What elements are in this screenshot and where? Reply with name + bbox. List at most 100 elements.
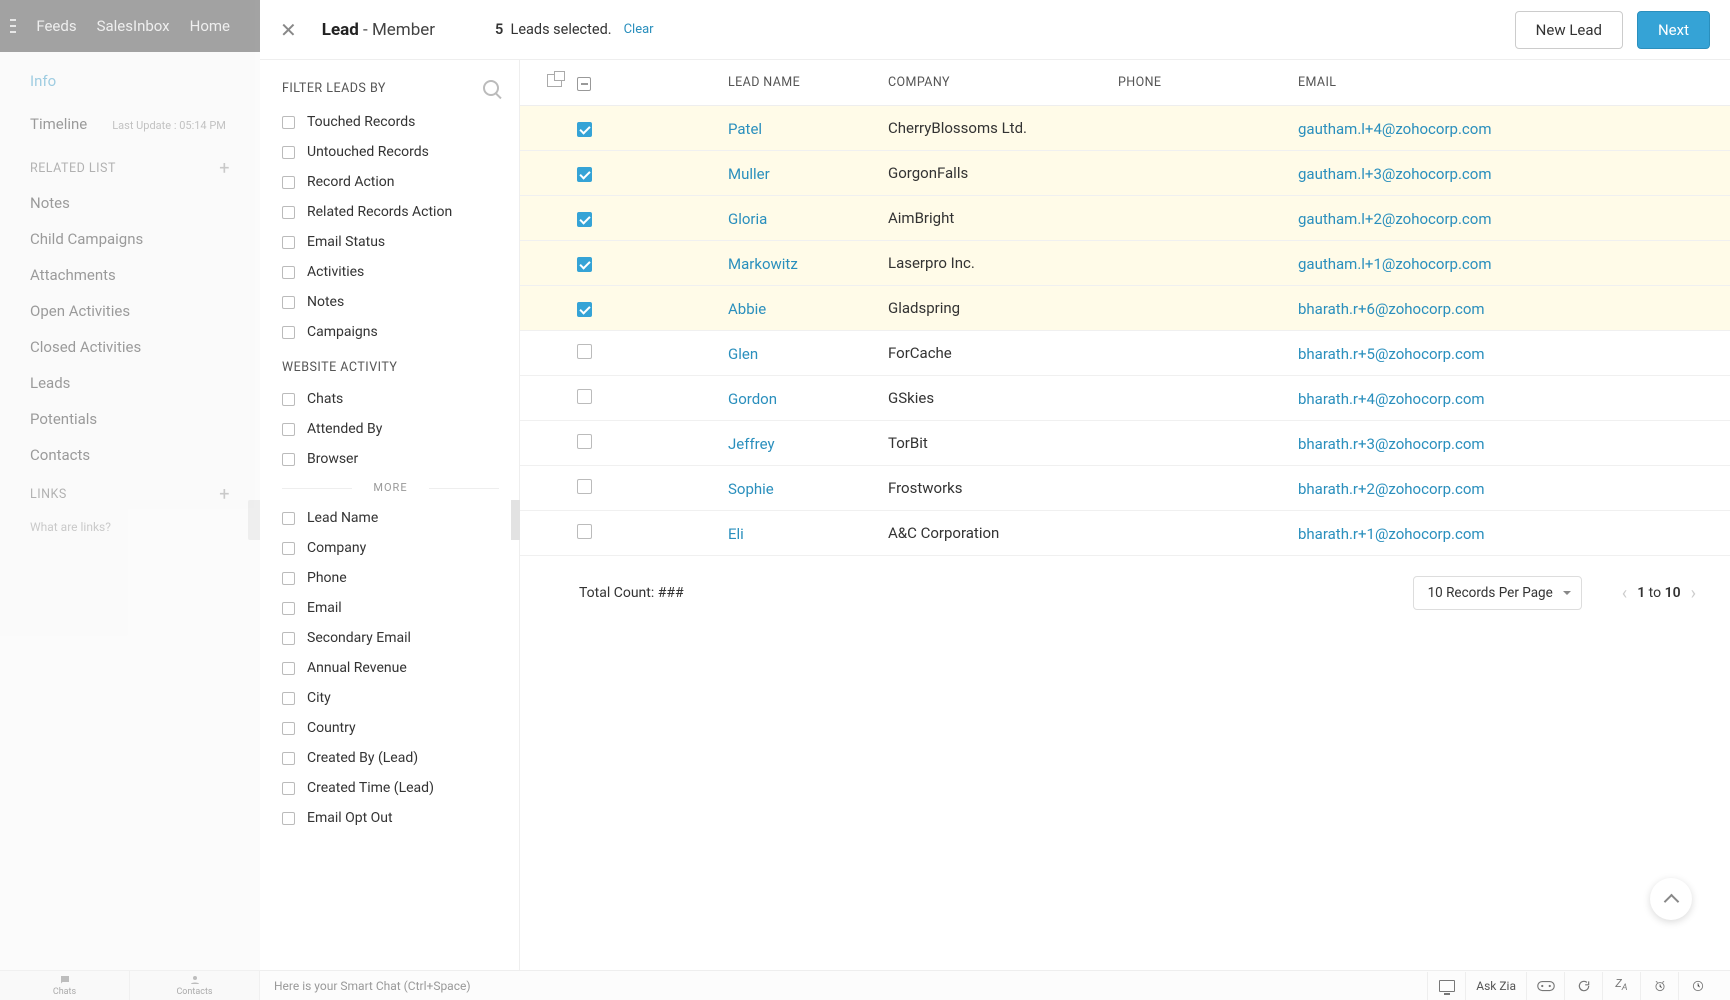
page-next-icon[interactable]: ›	[1691, 583, 1696, 604]
filter-item[interactable]: Activities	[282, 264, 499, 280]
table-row[interactable]: MullerGorgonFallsgautham.l+3@zohocorp.co…	[520, 151, 1730, 196]
th-email[interactable]: EMAIL	[1298, 75, 1730, 90]
row-checkbox[interactable]	[577, 302, 592, 317]
related-item[interactable]: Attachments	[30, 266, 230, 284]
filter-item[interactable]: Notes	[282, 294, 499, 310]
refresh-icon[interactable]	[1564, 972, 1602, 1000]
related-item[interactable]: Contacts	[30, 446, 230, 464]
email-link[interactable]: gautham.l+4@zohocorp.com	[1298, 120, 1491, 138]
checkbox-icon[interactable]	[282, 512, 295, 525]
checkbox-icon[interactable]	[282, 572, 295, 585]
row-checkbox[interactable]	[577, 524, 592, 539]
hamburger-icon[interactable]	[10, 19, 16, 33]
what-are-links[interactable]: What are links?	[30, 520, 230, 534]
close-icon[interactable]: ✕	[280, 18, 297, 42]
contacts-tab[interactable]: Contacts	[130, 971, 260, 1000]
table-row[interactable]: PatelCherryBlossoms Ltd.gautham.l+4@zoho…	[520, 106, 1730, 151]
smart-chat-hint[interactable]: Here is your Smart Chat (Ctrl+Space)	[274, 979, 471, 993]
checkbox-icon[interactable]	[282, 326, 295, 339]
checkbox-icon[interactable]	[282, 722, 295, 735]
filter-item[interactable]: Created Time (Lead)	[282, 780, 499, 796]
filter-item[interactable]: Email	[282, 600, 499, 616]
checkbox-icon[interactable]	[282, 692, 295, 705]
page-prev-icon[interactable]: ‹	[1622, 583, 1627, 604]
checkbox-icon[interactable]	[282, 662, 295, 675]
filter-item[interactable]: Attended By	[282, 421, 499, 437]
table-row[interactable]: MarkowitzLaserpro Inc.gautham.l+1@zohoco…	[520, 241, 1730, 286]
history-icon[interactable]	[1678, 972, 1716, 1000]
alarm-icon[interactable]	[1640, 972, 1678, 1000]
checkbox-icon[interactable]	[282, 602, 295, 615]
row-checkbox[interactable]	[577, 212, 592, 227]
related-item[interactable]: Leads	[30, 374, 230, 392]
related-item[interactable]: Notes	[30, 194, 230, 212]
lead-name-link[interactable]: Markowitz	[728, 255, 798, 273]
th-company[interactable]: COMPANY	[888, 75, 1118, 90]
lead-name-link[interactable]: Abbie	[728, 300, 766, 318]
add-related-icon[interactable]: +	[219, 158, 230, 179]
filter-item[interactable]: Untouched Records	[282, 144, 499, 160]
timeline-label[interactable]: Timeline	[30, 115, 87, 133]
table-row[interactable]: SophieFrostworksbharath.r+2@zohocorp.com	[520, 466, 1730, 511]
row-checkbox[interactable]	[577, 389, 592, 404]
lead-name-link[interactable]: Glen	[728, 345, 758, 363]
next-button[interactable]: Next	[1637, 11, 1710, 49]
filter-item[interactable]: Secondary Email	[282, 630, 499, 646]
info-link[interactable]: Info	[30, 72, 230, 90]
related-item[interactable]: Child Campaigns	[30, 230, 230, 248]
filter-item[interactable]: Campaigns	[282, 324, 499, 340]
row-checkbox[interactable]	[577, 122, 592, 137]
chats-tab[interactable]: Chats	[0, 971, 130, 1000]
left-rail-collapse-handle[interactable]	[248, 500, 260, 540]
row-checkbox[interactable]	[577, 167, 592, 182]
email-link[interactable]: bharath.r+5@zohocorp.com	[1298, 345, 1485, 363]
filter-item[interactable]: Chats	[282, 391, 499, 407]
row-checkbox[interactable]	[577, 479, 592, 494]
email-link[interactable]: bharath.r+4@zohocorp.com	[1298, 390, 1485, 408]
new-lead-button[interactable]: New Lead	[1515, 11, 1623, 49]
filter-item[interactable]: Lead Name	[282, 510, 499, 526]
checkbox-icon[interactable]	[282, 116, 295, 129]
email-link[interactable]: gautham.l+1@zohocorp.com	[1298, 255, 1491, 273]
checkbox-icon[interactable]	[282, 236, 295, 249]
row-checkbox[interactable]	[577, 257, 592, 272]
th-lead-name[interactable]: LEAD NAME	[728, 75, 888, 90]
email-link[interactable]: bharath.r+1@zohocorp.com	[1298, 525, 1485, 543]
nav-feeds[interactable]: Feeds	[36, 17, 76, 35]
checkbox-icon[interactable]	[282, 423, 295, 436]
lead-name-link[interactable]: Gordon	[728, 390, 777, 408]
checkbox-icon[interactable]	[282, 782, 295, 795]
filter-item[interactable]: City	[282, 690, 499, 706]
th-phone[interactable]: PHONE	[1118, 75, 1298, 90]
checkbox-icon[interactable]	[282, 176, 295, 189]
lead-name-link[interactable]: Sophie	[728, 480, 774, 498]
records-per-page-dropdown[interactable]: 10 Records Per Page	[1413, 576, 1582, 610]
table-row[interactable]: GlenForCachebharath.r+5@zohocorp.com	[520, 331, 1730, 376]
row-checkbox[interactable]	[577, 344, 592, 359]
checkbox-icon[interactable]	[282, 266, 295, 279]
table-row[interactable]: AbbieGladspringbharath.r+6@zohocorp.com	[520, 286, 1730, 331]
table-row[interactable]: EliA&C Corporationbharath.r+1@zohocorp.c…	[520, 511, 1730, 556]
checkbox-icon[interactable]	[282, 752, 295, 765]
checkbox-icon[interactable]	[282, 206, 295, 219]
row-checkbox[interactable]	[577, 434, 592, 449]
ask-zia-button[interactable]: Ask Zia	[1465, 972, 1526, 1000]
checkbox-icon[interactable]	[282, 296, 295, 309]
filter-item[interactable]: Related Records Action	[282, 204, 499, 220]
table-row[interactable]: JeffreyTorBitbharath.r+3@zohocorp.com	[520, 421, 1730, 466]
column-settings-icon[interactable]	[532, 74, 577, 91]
checkbox-icon[interactable]	[282, 146, 295, 159]
filter-item[interactable]: Country	[282, 720, 499, 736]
filter-item[interactable]: Annual Revenue	[282, 660, 499, 676]
za-icon[interactable]: ZA	[1602, 972, 1640, 1000]
nav-salesinbox[interactable]: SalesInbox	[97, 17, 170, 35]
lead-name-link[interactable]: Eli	[728, 525, 744, 543]
related-item[interactable]: Open Activities	[30, 302, 230, 320]
filter-item[interactable]: Phone	[282, 570, 499, 586]
filter-item[interactable]: Email Status	[282, 234, 499, 250]
filter-item[interactable]: Touched Records	[282, 114, 499, 130]
lead-name-link[interactable]: Muller	[728, 165, 770, 183]
lead-name-link[interactable]: Patel	[728, 120, 762, 138]
add-link-icon[interactable]: +	[219, 484, 230, 505]
table-row[interactable]: GloriaAimBrightgautham.l+2@zohocorp.com	[520, 196, 1730, 241]
